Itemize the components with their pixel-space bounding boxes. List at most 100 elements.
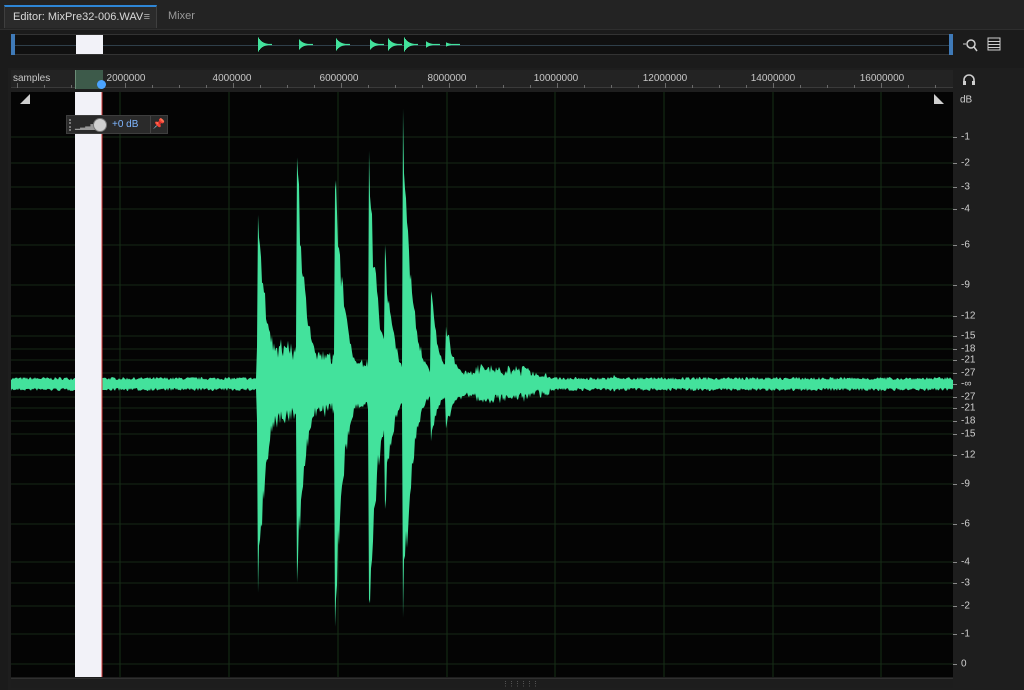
db-tick-label: -6	[961, 239, 970, 251]
ruler-tick-mark	[152, 85, 153, 88]
db-unit-label: dB	[960, 94, 973, 106]
ruler-tick-mark	[287, 85, 288, 88]
gain-knob[interactable]	[93, 118, 107, 132]
ruler-tick-mark	[125, 83, 126, 88]
db-tick-label: -9	[961, 279, 970, 291]
db-tick-label: -2	[961, 157, 970, 169]
db-tick-mark	[953, 408, 957, 409]
db-tick-label: -9	[961, 478, 970, 490]
ruler-tick-mark	[476, 85, 477, 88]
db-tick-mark	[953, 163, 957, 164]
list-icon[interactable]	[986, 37, 1002, 53]
db-tick-label: -18	[961, 343, 976, 355]
ruler-tick-mark	[665, 83, 666, 88]
db-tick-mark	[953, 209, 957, 210]
db-tick-mark	[953, 384, 957, 385]
ruler-tick-label: 8000000	[427, 73, 467, 84]
db-tick-mark	[953, 455, 957, 456]
tab-bar: Editor: MixPre32-006.WAV ≡ Mixer	[0, 0, 1024, 30]
ruler-tick-mark	[44, 85, 45, 88]
overview-left-handle[interactable]	[11, 34, 15, 55]
db-tick-mark	[953, 349, 957, 350]
db-tick-label: -1	[961, 628, 970, 640]
db-tick-mark	[953, 562, 957, 563]
db-tick-label: -27	[961, 391, 976, 403]
db-tick-mark	[953, 583, 957, 584]
ruler-tick-mark	[422, 85, 423, 88]
ruler-tick-mark	[881, 83, 882, 88]
pin-icon[interactable]: 📌	[150, 116, 167, 133]
waveform-fill	[11, 108, 953, 627]
amplitude-ruler[interactable]: dB -1 -2 -3 -4 -6 -9 -12 -15 -18 -21 -27 -∞ -27 -21 -1…	[953, 92, 1013, 677]
time-ruler[interactable]: samples 2000000 4000000 6000000 8000000 …	[11, 70, 953, 88]
db-tick-mark	[953, 316, 957, 317]
overview-selection[interactable]	[76, 35, 103, 54]
tab-menu-icon[interactable]: ≡	[144, 7, 150, 27]
ruler-tick-mark	[206, 85, 207, 88]
ruler-tick-mark	[692, 85, 693, 88]
ruler-tick-label: 16000000	[859, 73, 905, 84]
tab-editor-label: Editor: MixPre32-006.WAV	[13, 11, 144, 23]
ruler-tick-mark	[719, 85, 720, 88]
waveform-canvas[interactable]	[11, 92, 953, 677]
db-tick-mark	[953, 606, 957, 607]
ruler-tick-mark	[71, 85, 72, 88]
waveform-display[interactable]	[11, 92, 953, 677]
db-tick-mark	[953, 664, 957, 665]
tab-mixer[interactable]: Mixer	[160, 5, 220, 28]
db-tick-label: -27	[961, 367, 976, 379]
ruler-tick-mark	[854, 85, 855, 88]
db-tick-label: -12	[961, 310, 976, 322]
ruler-tick-mark	[395, 85, 396, 88]
scroll-grip-icon[interactable]: ⋮⋮⋮⋮⋮⋮	[502, 680, 539, 688]
db-tick-mark	[953, 285, 957, 286]
db-tick-mark	[953, 434, 957, 435]
ruler-tick-mark	[908, 85, 909, 88]
db-tick-label: -15	[961, 330, 976, 342]
db-tick-mark	[953, 187, 957, 188]
db-tick-mark	[953, 421, 957, 422]
ruler-tick-mark	[368, 85, 369, 88]
db-tick-label: -6	[961, 518, 970, 530]
time-selection[interactable]	[75, 92, 102, 677]
db-tick-label: -21	[961, 402, 976, 414]
ruler-tick-mark	[800, 85, 801, 88]
zoom-icon[interactable]	[962, 37, 978, 53]
tab-editor[interactable]: Editor: MixPre32-006.WAV ≡	[4, 5, 157, 28]
ruler-unit-label: samples	[13, 73, 51, 84]
ruler-tick-mark	[260, 85, 261, 88]
db-tick-label: -12	[961, 449, 976, 461]
db-tick-label: -15	[961, 428, 976, 440]
overview-navigator[interactable]	[11, 34, 953, 55]
db-tick-label: -21	[961, 354, 976, 366]
db-tick-label: -18	[961, 415, 976, 427]
grip-icon[interactable]	[69, 119, 73, 131]
headphones-icon[interactable]	[961, 73, 977, 89]
db-tick-label: 0	[961, 658, 967, 670]
ruler-tick-mark	[530, 85, 531, 88]
overview-waveform	[258, 37, 460, 52]
db-tick-mark	[953, 634, 957, 635]
db-tick-label: -3	[961, 577, 970, 589]
ruler-tick-mark	[827, 85, 828, 88]
db-tick-mark	[953, 373, 957, 374]
db-tick-label: -4	[961, 203, 970, 215]
horizontal-scrollbar[interactable]: ⋮⋮⋮⋮⋮⋮	[11, 678, 953, 688]
ruler-tick-mark	[341, 83, 342, 88]
db-tick-label: -3	[961, 181, 970, 193]
db-tick-mark	[953, 360, 957, 361]
db-tick-mark	[953, 245, 957, 246]
playhead-marker[interactable]	[97, 80, 106, 89]
gain-hud[interactable]: ▁▂▃▅ +0 dB 📌	[66, 115, 168, 134]
db-tick-label: -2	[961, 600, 970, 612]
ruler-tick-mark	[17, 83, 18, 88]
ruler-tick-mark	[746, 85, 747, 88]
overview-right-handle[interactable]	[949, 34, 953, 55]
db-tick-label: -1	[961, 131, 970, 143]
ruler-tick-mark	[638, 85, 639, 88]
db-tick-mark	[953, 397, 957, 398]
tab-mixer-label: Mixer	[168, 10, 195, 22]
db-tick-mark	[953, 524, 957, 525]
ruler-tick-mark	[611, 85, 612, 88]
ruler-tick-mark	[773, 83, 774, 88]
